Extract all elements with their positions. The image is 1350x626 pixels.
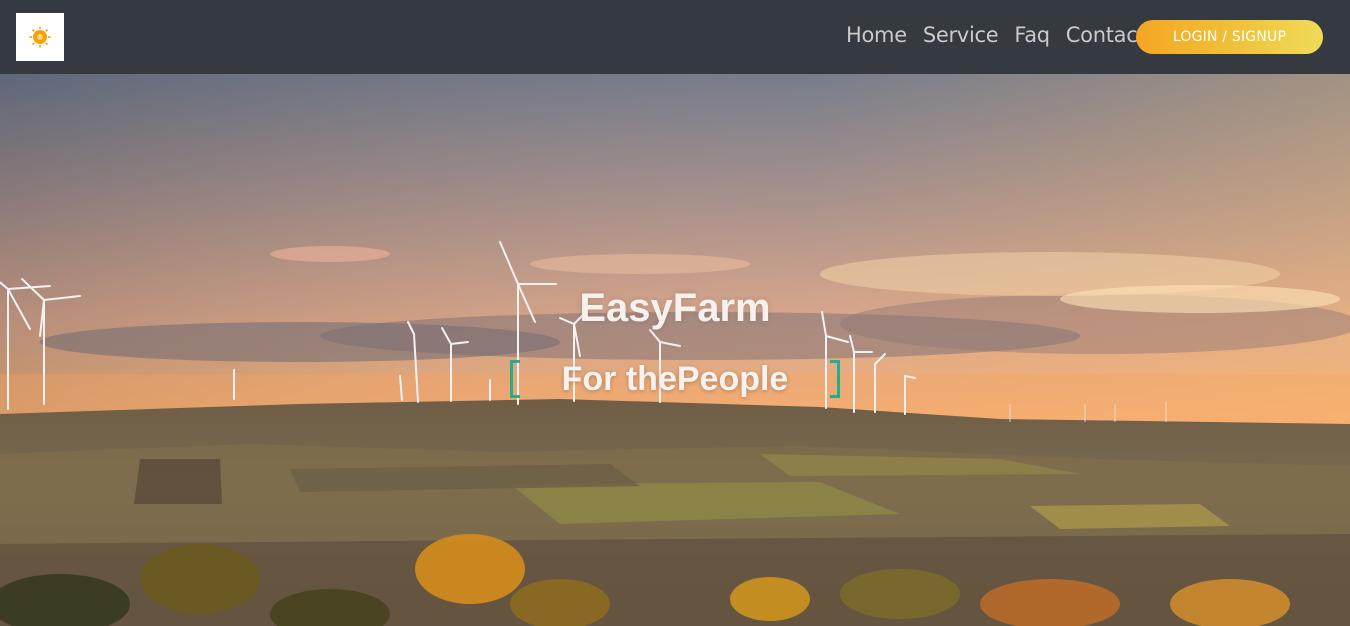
hero-subtitle-text: For thePeople [562, 360, 789, 399]
login-signup-button[interactable]: LOGIN / SIGNUP [1136, 20, 1323, 54]
sun-icon [29, 26, 51, 48]
left-bracket-icon [510, 360, 520, 398]
nav-links: Home Service Faq Contact [846, 20, 1146, 50]
nav-link-home[interactable]: Home [846, 20, 907, 50]
right-bracket-icon [830, 360, 840, 398]
nav-link-contact[interactable]: Contact [1066, 20, 1146, 50]
navbar: Home Service Faq Contact LOGIN / SIGNUP [0, 0, 1350, 74]
hero-subtitle-prefix: For the [561, 359, 677, 398]
hero-background-image [0, 74, 1350, 626]
logo[interactable] [16, 13, 64, 61]
nav-link-faq[interactable]: Faq [1014, 20, 1050, 50]
hero-title: EasyFarm [579, 286, 771, 330]
hero-subtitle: For thePeople [507, 356, 843, 402]
hero-subtitle-highlight: People [676, 359, 789, 398]
nav-link-service[interactable]: Service [923, 20, 999, 50]
hero-banner: EasyFarm For thePeople [0, 74, 1350, 626]
